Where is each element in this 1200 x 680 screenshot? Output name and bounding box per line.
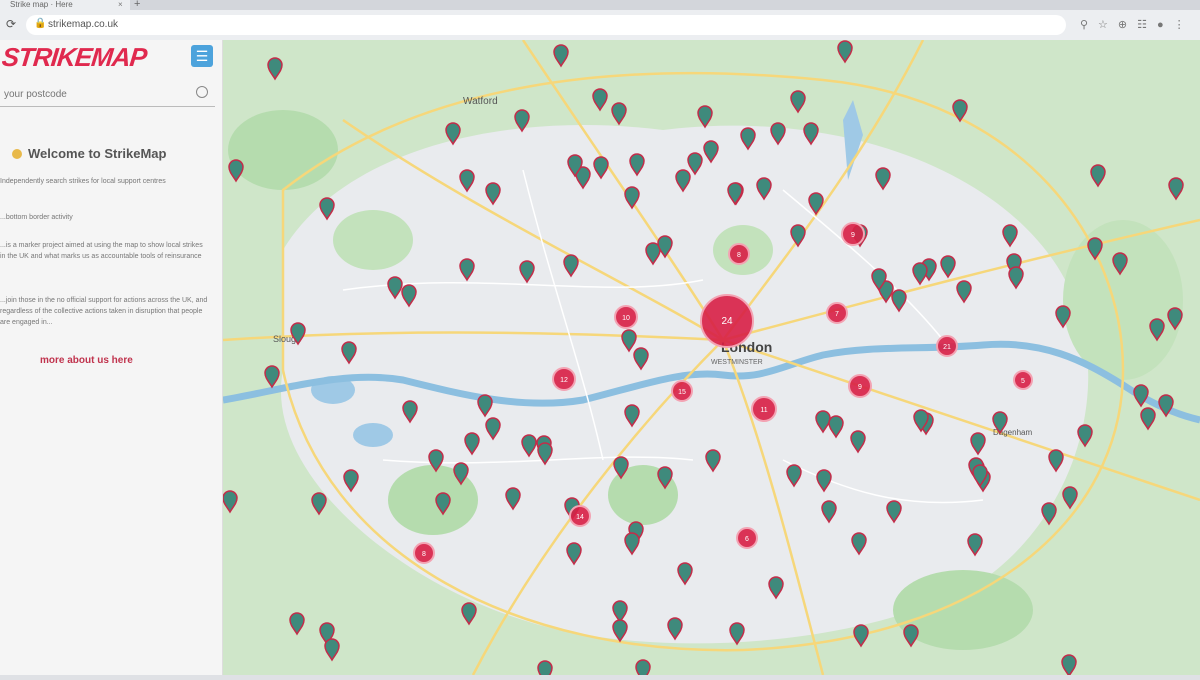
about-paragraph: ...is a marker project aimed at using th… (0, 242, 203, 260)
learn-more-link[interactable]: more about us here (40, 355, 133, 366)
address-bar[interactable]: 🔒 strikemap.co.uk (26, 15, 1066, 35)
strike-cluster[interactable]: 7 (826, 302, 848, 324)
strike-cluster[interactable]: 8 (413, 542, 435, 564)
cluster-count: 8 (422, 551, 426, 558)
cluster-count: 7 (835, 311, 839, 318)
strike-cluster[interactable]: 10 (614, 305, 638, 329)
new-tab-icon[interactable]: + (134, 0, 140, 10)
strike-cluster[interactable]: 14 (569, 505, 591, 527)
hamburger-icon: ☰ (195, 48, 209, 64)
postcode-search (0, 80, 215, 107)
strike-cluster[interactable]: 11 (751, 396, 777, 422)
menu-button[interactable]: ☰ (191, 45, 213, 67)
strike-marker[interactable] (635, 659, 651, 680)
strike-marker[interactable] (537, 660, 553, 680)
cluster-count: 21 (943, 344, 951, 351)
cluster-count: 24 (721, 316, 733, 327)
cluster-count: 11 (760, 407, 767, 414)
lock-icon: 🔒 (34, 18, 47, 29)
strike-cluster[interactable]: 15 (671, 380, 693, 402)
cluster-count: 8 (737, 252, 741, 259)
strike-cluster[interactable]: 8 (728, 243, 750, 265)
cluster-count: 12 (560, 377, 568, 384)
locate-icon[interactable] (196, 86, 208, 98)
strike-cluster[interactable]: 21 (936, 335, 958, 357)
activity-paragraph: ...bottom border activity (0, 214, 73, 221)
tab-title: Strike map · Here (10, 0, 73, 9)
welcome-title: Welcome to StrikeMap (12, 146, 166, 161)
close-tab-icon[interactable]: × (118, 0, 123, 10)
intro-paragraph: Independently search strikes for local s… (0, 178, 166, 185)
park-area (333, 210, 413, 270)
strike-cluster[interactable]: 9 (848, 374, 872, 398)
cluster-count: 10 (622, 315, 630, 322)
strike-cluster[interactable]: 12 (552, 367, 576, 391)
cluster-count: 6 (745, 536, 749, 543)
reservoir (353, 423, 393, 447)
navigation-row: ⟳ 🔒 strikemap.co.uk ⚲☆⊕☷●⋮ (0, 12, 1200, 38)
strike-badge-icon (12, 149, 22, 159)
place-label-westminster: WESTMINSTER (711, 359, 763, 366)
url-text: strikemap.co.uk (48, 19, 119, 30)
reload-icon[interactable]: ⟳ (6, 17, 16, 31)
strike-cluster[interactable]: 6 (736, 527, 758, 549)
cluster-count: 9 (851, 232, 855, 239)
cluster-count: 9 (858, 384, 862, 391)
welcome-title-text: Welcome to StrikeMap (28, 146, 167, 161)
browser-chrome: Strike map · Here × + ⟳ 🔒 strikemap.co.uk… (0, 0, 1200, 41)
strike-cluster[interactable]: 24 (700, 294, 754, 348)
park-area (228, 110, 338, 190)
support-paragraph: ...join those in the no official support… (0, 297, 208, 326)
tab-strip: Strike map · Here × + (0, 0, 1200, 10)
cluster-count: 14 (576, 514, 584, 521)
postcode-input[interactable] (2, 84, 186, 104)
extensions-icons[interactable]: ⚲☆⊕☷●⋮ (1080, 18, 1195, 31)
strike-cluster[interactable]: 9 (841, 222, 865, 246)
sidebar: STRIKEMAP ☰ Welcome to StrikeMap Indepen… (0, 40, 223, 675)
place-label-watford: Watford (463, 96, 498, 107)
strike-map[interactable]: Watford London WESTMINSTER Slough Dagenh… (222, 39, 1200, 680)
cluster-count: 15 (678, 389, 686, 396)
strike-cluster[interactable]: 5 (1013, 370, 1033, 390)
cluster-count: 5 (1021, 378, 1025, 385)
strikemap-logo: STRIKEMAP (0, 42, 148, 72)
browser-tab[interactable]: Strike map · Here × (0, 0, 130, 10)
